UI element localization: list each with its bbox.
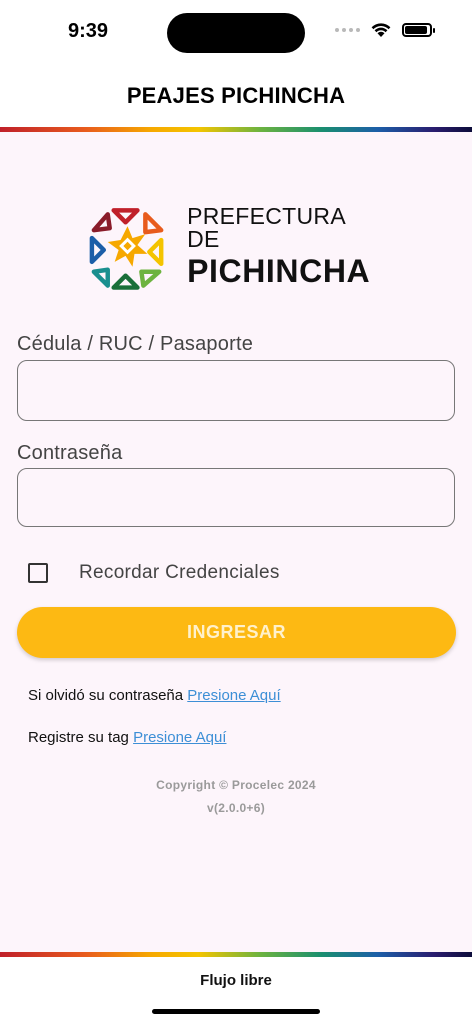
register-tag-line: Registre su tag Presione Aquí bbox=[28, 729, 226, 746]
bottom-bar: Flujo libre bbox=[0, 957, 472, 1024]
prefectura-emblem-icon bbox=[89, 208, 164, 290]
status-icons bbox=[335, 22, 435, 38]
signal-icon bbox=[335, 28, 360, 32]
prefectura-logo: PREFECTURA DE PICHINCHA bbox=[82, 198, 382, 294]
remember-checkbox[interactable] bbox=[28, 563, 48, 583]
dynamic-island bbox=[167, 13, 305, 53]
home-indicator bbox=[152, 1009, 320, 1014]
register-tag-link[interactable]: Presione Aquí bbox=[133, 729, 226, 746]
login-button[interactable]: INGRESAR bbox=[17, 607, 456, 658]
password-input[interactable] bbox=[17, 468, 455, 527]
forgot-password-link[interactable]: Presione Aquí bbox=[187, 687, 280, 704]
remember-credentials-row[interactable]: Recordar Credenciales bbox=[28, 562, 280, 584]
flujo-libre-tab[interactable]: Flujo libre bbox=[0, 972, 472, 989]
id-field-label: Cédula / RUC / Pasaporte bbox=[17, 333, 254, 355]
login-content: PREFECTURA DE PICHINCHA Cédula / RUC / P… bbox=[0, 132, 472, 952]
battery-icon bbox=[402, 23, 435, 37]
register-tag-text: Registre su tag bbox=[28, 729, 134, 746]
forgot-password-text: Si olvidó su contraseña bbox=[28, 687, 188, 704]
password-field-label: Contraseña bbox=[17, 442, 123, 464]
remember-label: Recordar Credenciales bbox=[79, 562, 280, 583]
version-text: v(2.0.0+6) bbox=[206, 801, 266, 815]
copyright-text: Copyright © Procelec 2024 bbox=[156, 778, 316, 792]
app-header: PEAJES PICHINCHA bbox=[0, 64, 472, 127]
status-bar: 9:39 bbox=[0, 0, 472, 64]
status-time: 9:39 bbox=[68, 20, 109, 42]
logo-text: PREFECTURA DE PICHINCHA bbox=[187, 203, 382, 289]
page-title: PEAJES PICHINCHA bbox=[126, 82, 346, 108]
login-button-label: INGRESAR bbox=[186, 622, 286, 642]
id-input[interactable] bbox=[17, 360, 455, 421]
forgot-password-line: Si olvidó su contraseña Presione Aquí bbox=[28, 687, 281, 704]
logo-line1: PREFECTURA DE bbox=[187, 203, 345, 252]
wifi-icon bbox=[371, 23, 391, 37]
logo-line2: PICHINCHA bbox=[187, 253, 371, 289]
